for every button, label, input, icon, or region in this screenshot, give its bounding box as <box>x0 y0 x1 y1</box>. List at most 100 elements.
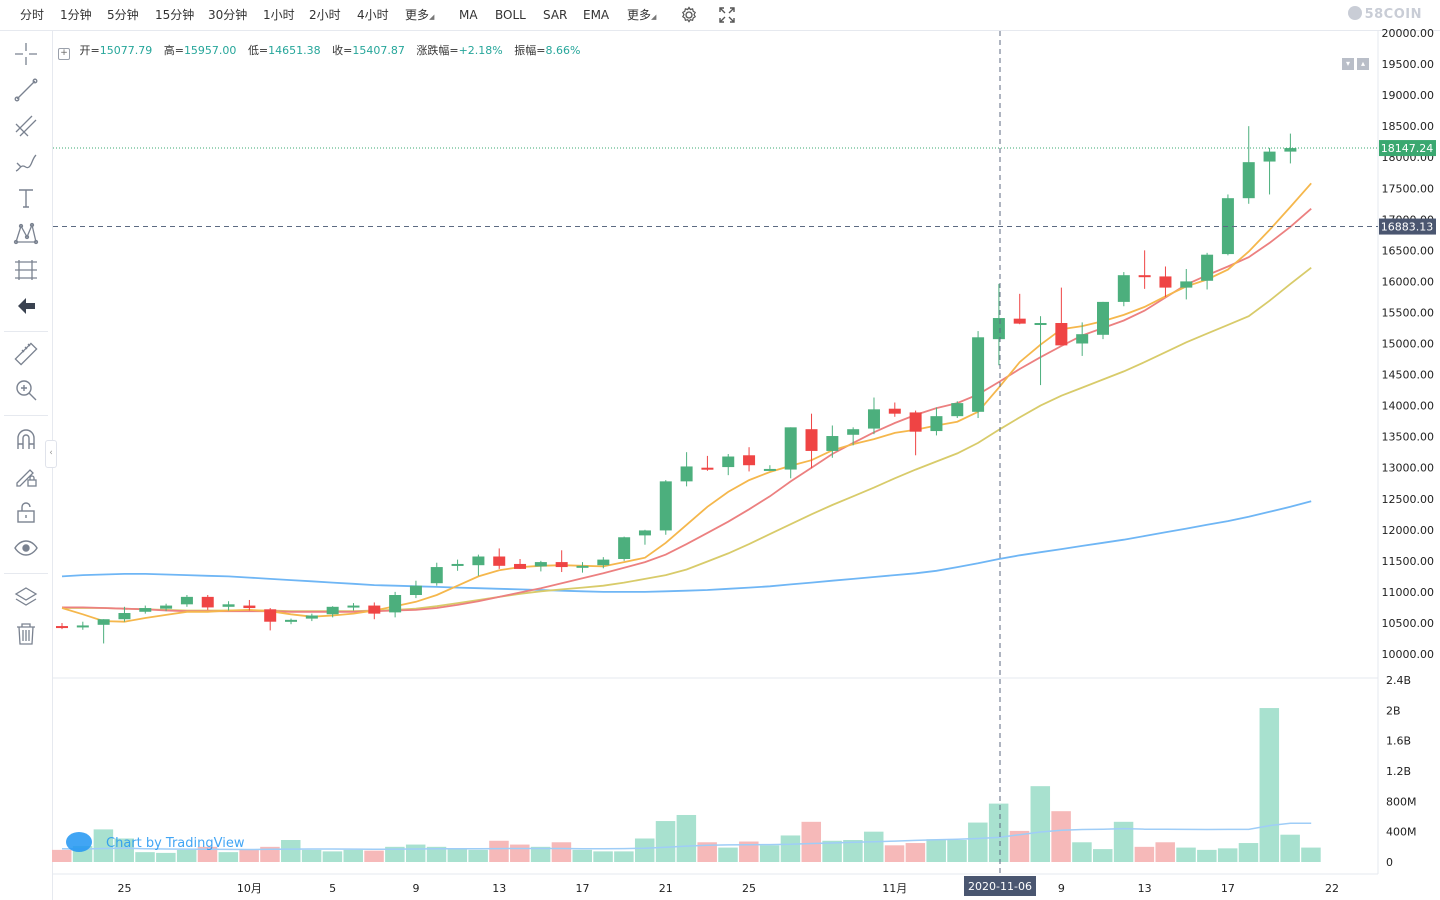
candle-body[interactable] <box>722 456 735 468</box>
price-tick-label: 17500.00 <box>1382 182 1435 195</box>
candle-body[interactable] <box>1180 281 1193 288</box>
candle-body[interactable] <box>139 608 152 612</box>
candle-body[interactable] <box>222 604 235 607</box>
candle-body[interactable] <box>826 436 839 451</box>
candle-body[interactable] <box>888 408 901 414</box>
candle-body[interactable] <box>514 563 527 569</box>
volume-bar <box>676 814 697 862</box>
candle-body[interactable] <box>992 318 1005 340</box>
candle-body[interactable] <box>680 466 693 482</box>
candle-body[interactable] <box>389 595 402 613</box>
candle-body[interactable] <box>701 467 714 470</box>
candle-body[interactable] <box>1055 323 1068 346</box>
volume-bar <box>843 840 863 862</box>
candle-body[interactable] <box>909 412 922 432</box>
candle-body[interactable] <box>930 416 943 432</box>
candle-body[interactable] <box>1034 323 1047 326</box>
price-tick-label: 11500.00 <box>1382 555 1435 568</box>
candle-body[interactable] <box>243 605 256 609</box>
volume-bar <box>1134 846 1155 862</box>
candle-body[interactable] <box>285 619 298 622</box>
time-tick-label: 10月 <box>237 882 262 895</box>
volume-bar <box>863 831 884 862</box>
price-chart[interactable]: 20000.0019500.0019000.0018500.0018000.00… <box>0 0 1440 900</box>
price-tick-label: 10000.00 <box>1382 648 1435 661</box>
candle-body[interactable] <box>118 613 131 620</box>
candle-body[interactable] <box>597 559 610 566</box>
candle-body[interactable] <box>326 606 339 615</box>
volume-bar <box>1280 834 1300 862</box>
time-tick-label: 25 <box>117 882 131 895</box>
volume-tick-label: 400M <box>1386 826 1417 839</box>
volume-bar <box>322 851 343 862</box>
candle-body[interactable] <box>784 427 797 470</box>
candle-body[interactable] <box>430 567 443 584</box>
candle-body[interactable] <box>201 596 214 608</box>
candle-body[interactable] <box>1013 318 1026 324</box>
candle-body[interactable] <box>618 537 631 559</box>
candle-body[interactable] <box>160 605 173 609</box>
candle-body[interactable] <box>1263 151 1276 162</box>
candle-body[interactable] <box>867 409 880 429</box>
volume-bar <box>593 851 613 862</box>
volume-bar <box>905 843 926 862</box>
volume-bar <box>968 822 988 862</box>
volume-bar <box>1072 842 1092 862</box>
candle-body[interactable] <box>638 530 651 536</box>
time-tick-label: 17 <box>1221 882 1235 895</box>
candle-body[interactable] <box>659 481 672 531</box>
price-tick-label: 13500.00 <box>1382 431 1435 444</box>
price-tick-label: 20000.00 <box>1382 27 1435 40</box>
candle-body[interactable] <box>180 596 193 605</box>
volume-bar <box>364 850 384 862</box>
candle-body[interactable] <box>1076 334 1089 344</box>
time-tick-label: 13 <box>1138 882 1152 895</box>
price-tick-label: 16500.00 <box>1382 244 1435 257</box>
candle-body[interactable] <box>472 556 485 566</box>
crosshair-time-label: 2020-11-06 <box>968 880 1032 893</box>
volume-bar <box>510 844 530 862</box>
volume-bar <box>468 849 488 862</box>
tradingview-watermark[interactable]: Chart by TradingView <box>66 832 244 856</box>
candle-body[interactable] <box>951 403 964 417</box>
price-tick-label: 18500.00 <box>1382 120 1435 133</box>
candle-body[interactable] <box>1117 275 1130 302</box>
candle-body[interactable] <box>555 562 568 568</box>
time-tick-label: 9 <box>1058 882 1065 895</box>
candle-body[interactable] <box>743 455 756 466</box>
candle-body[interactable] <box>347 605 360 608</box>
candle-body[interactable] <box>534 562 547 567</box>
volume-bar <box>1197 849 1217 862</box>
last-price-label: 18147.24 <box>1381 142 1434 155</box>
candle-body[interactable] <box>805 429 818 451</box>
candle-body[interactable] <box>1138 275 1151 278</box>
volume-bar <box>572 849 592 862</box>
candle-body[interactable] <box>368 605 381 614</box>
candle-body[interactable] <box>305 615 318 619</box>
price-tick-label: 19000.00 <box>1382 89 1435 102</box>
volume-tick-label: 1.6B <box>1386 735 1411 748</box>
candle-body[interactable] <box>97 619 110 625</box>
candle-body[interactable] <box>1159 276 1172 288</box>
time-tick-label: 25 <box>742 882 756 895</box>
volume-bar <box>1113 821 1134 862</box>
candle-body[interactable] <box>1284 148 1297 152</box>
candle-body[interactable] <box>1097 301 1109 335</box>
candle-body[interactable] <box>1201 254 1214 281</box>
candle-body[interactable] <box>409 585 422 596</box>
volume-bar <box>884 845 905 862</box>
time-tick-label: 17 <box>576 882 590 895</box>
candle-body[interactable] <box>576 565 589 568</box>
candle-body[interactable] <box>1242 162 1255 199</box>
candle-body[interactable] <box>76 625 89 628</box>
candle-body[interactable] <box>264 609 277 622</box>
price-tick-label: 12500.00 <box>1382 493 1435 506</box>
candle-body[interactable] <box>493 556 506 566</box>
candle-body[interactable] <box>972 337 985 412</box>
volume-bar <box>1217 848 1238 862</box>
candle-body[interactable] <box>847 429 860 435</box>
candle-body[interactable] <box>451 563 464 566</box>
time-tick-label: 9 <box>412 882 419 895</box>
candle-body[interactable] <box>56 626 68 629</box>
candle-body[interactable] <box>763 468 776 471</box>
